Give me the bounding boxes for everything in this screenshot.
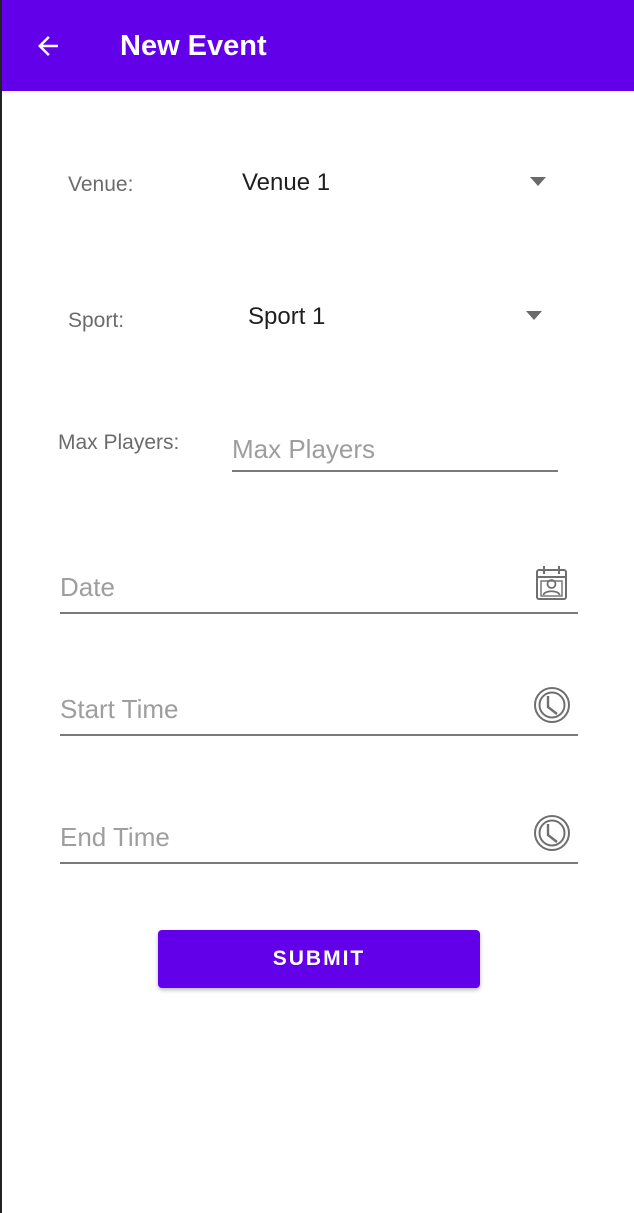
end-time-picker-button[interactable] xyxy=(532,813,572,853)
start-time-picker-button[interactable] xyxy=(532,685,572,725)
arrow-back-icon xyxy=(38,36,58,56)
back-button[interactable] xyxy=(22,24,74,68)
clock-icon xyxy=(534,687,570,723)
dropdown-arrow-icon xyxy=(530,177,546,186)
max-players-label: Max Players: xyxy=(58,431,180,454)
sport-selected-value: Sport 1 xyxy=(248,303,326,330)
submit-button[interactable]: SUBMIT xyxy=(158,930,480,988)
app-bar: New Event xyxy=(2,0,634,91)
end-time-input[interactable] xyxy=(60,812,578,864)
dropdown-arrow-icon xyxy=(526,311,542,320)
clock-icon xyxy=(534,815,570,851)
venue-selected-value: Venue 1 xyxy=(242,169,331,196)
page-title: New Event xyxy=(120,30,267,62)
sport-spinner[interactable]: Sport 1 xyxy=(248,292,542,342)
start-time-input[interactable] xyxy=(60,684,578,736)
new-event-screen: New Event Venue: Venue 1 Sport: Sport 1 … xyxy=(0,0,634,1213)
venue-spinner[interactable]: Venue 1 xyxy=(242,158,546,208)
date-picker-button[interactable] xyxy=(532,563,572,603)
date-input[interactable] xyxy=(60,562,578,614)
venue-label: Venue: xyxy=(68,173,134,196)
sport-label: Sport: xyxy=(68,309,125,332)
calendar-icon xyxy=(536,566,567,600)
max-players-input[interactable] xyxy=(232,428,558,472)
